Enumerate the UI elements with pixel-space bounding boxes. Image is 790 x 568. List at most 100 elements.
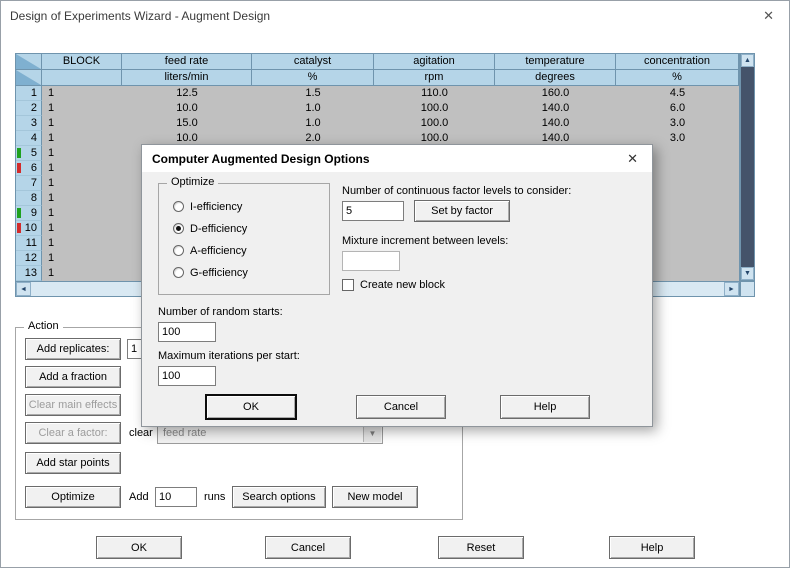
column-header[interactable]: feed rate: [122, 54, 252, 70]
data-cell[interactable]: 160.0: [495, 86, 616, 101]
row-header[interactable]: 8: [16, 191, 42, 206]
checkbox-icon[interactable]: [342, 279, 354, 291]
row-status-mark: [17, 148, 21, 158]
radio-a-efficiency[interactable]: A-efficiency: [173, 244, 247, 257]
row-header[interactable]: 2: [16, 101, 42, 116]
data-cell[interactable]: 3.0: [616, 116, 739, 131]
data-cell[interactable]: 140.0: [495, 116, 616, 131]
column-header[interactable]: concentration: [616, 54, 739, 70]
data-cell[interactable]: 1: [42, 176, 122, 191]
ok-button[interactable]: OK: [96, 536, 182, 559]
data-cell[interactable]: 1: [42, 206, 122, 221]
levels-input[interactable]: [342, 201, 404, 221]
cancel-button[interactable]: Cancel: [265, 536, 351, 559]
radio-d-efficiency[interactable]: D-efficiency: [173, 222, 247, 235]
column-header[interactable]: agitation: [374, 54, 495, 70]
factor-select-value: feed rate: [163, 427, 206, 439]
data-cell[interactable]: 1: [42, 191, 122, 206]
dialog-cancel-button[interactable]: Cancel: [356, 395, 446, 419]
add-fraction-button[interactable]: Add a fraction: [25, 366, 121, 388]
column-header[interactable]: BLOCK: [42, 54, 122, 70]
main-window: Design of Experiments Wizard - Augment D…: [0, 0, 790, 568]
radio-icon[interactable]: [173, 245, 184, 256]
window-titlebar: Design of Experiments Wizard - Augment D…: [1, 1, 789, 31]
data-cell[interactable]: 140.0: [495, 101, 616, 116]
new-model-button[interactable]: New model: [332, 486, 418, 508]
max-iterations-label: Maximum iterations per start:: [158, 350, 300, 362]
dialog-title: Computer Augmented Design Options: [152, 152, 370, 166]
data-cell[interactable]: 1.0: [252, 116, 374, 131]
data-cell[interactable]: 1: [42, 131, 122, 146]
row-header[interactable]: 4: [16, 131, 42, 146]
window-close-icon[interactable]: ✕: [763, 8, 774, 24]
radio-i-efficiency[interactable]: I-efficiency: [173, 200, 242, 213]
row-header[interactable]: 6: [16, 161, 42, 176]
row-header[interactable]: 12: [16, 251, 42, 266]
add-replicates-button[interactable]: Add replicates:: [25, 338, 121, 360]
data-cell[interactable]: 1: [42, 146, 122, 161]
data-cell[interactable]: 100.0: [374, 116, 495, 131]
dialog-help-button[interactable]: Help: [500, 395, 590, 419]
radio-icon[interactable]: [173, 201, 184, 212]
runs-input[interactable]: [155, 487, 197, 507]
column-header[interactable]: temperature: [495, 54, 616, 70]
clear-label: clear: [129, 427, 153, 439]
mixture-label: Mixture increment between levels:: [342, 235, 508, 247]
data-cell[interactable]: 1: [42, 221, 122, 236]
radio-icon[interactable]: [173, 223, 184, 234]
scroll-left-icon[interactable]: ◄: [16, 282, 31, 296]
radio-g-efficiency[interactable]: G-efficiency: [173, 266, 248, 279]
add-star-points-button[interactable]: Add star points: [25, 452, 121, 474]
column-header[interactable]: catalyst: [252, 54, 374, 70]
clear-factor-button[interactable]: Clear a factor:: [25, 422, 121, 444]
data-cell[interactable]: 1: [42, 161, 122, 176]
optimize-button[interactable]: Optimize: [25, 486, 121, 508]
search-options-button[interactable]: Search options: [232, 486, 326, 508]
data-cell[interactable]: 6.0: [616, 101, 739, 116]
table-vertical-scrollbar[interactable]: ▲ ▼: [740, 53, 755, 281]
data-cell[interactable]: 100.0: [374, 101, 495, 116]
column-unit-header: %: [252, 70, 374, 86]
max-iterations-input[interactable]: [158, 366, 216, 386]
row-header[interactable]: 5: [16, 146, 42, 161]
dialog-titlebar: Computer Augmented Design Options: [142, 145, 652, 172]
data-cell[interactable]: 4.5: [616, 86, 739, 101]
random-starts-input[interactable]: [158, 322, 216, 342]
dialog-close-icon[interactable]: ✕: [627, 151, 638, 167]
create-new-block-row[interactable]: Create new block: [342, 279, 445, 291]
optimize-group: Optimize I-efficiencyD-efficiencyA-effic…: [158, 183, 330, 295]
row-header[interactable]: 13: [16, 266, 42, 281]
radio-icon[interactable]: [173, 267, 184, 278]
scroll-right-icon[interactable]: ►: [724, 282, 739, 296]
data-cell[interactable]: 1: [42, 251, 122, 266]
set-by-factor-button[interactable]: Set by factor: [414, 200, 510, 222]
dialog-ok-button[interactable]: OK: [206, 395, 296, 419]
radio-label: I-efficiency: [190, 201, 242, 213]
window-title: Design of Experiments Wizard - Augment D…: [10, 9, 270, 23]
row-header[interactable]: 11: [16, 236, 42, 251]
data-cell[interactable]: 110.0: [374, 86, 495, 101]
data-cell[interactable]: 1: [42, 266, 122, 281]
row-status-mark: [17, 208, 21, 218]
scroll-down-icon[interactable]: ▼: [741, 267, 754, 280]
augment-options-dialog: Computer Augmented Design Options ✕ Opti…: [141, 144, 653, 427]
scroll-up-icon[interactable]: ▲: [741, 54, 754, 67]
data-cell[interactable]: 1.0: [252, 101, 374, 116]
row-header[interactable]: 7: [16, 176, 42, 191]
data-cell[interactable]: 1: [42, 236, 122, 251]
data-cell[interactable]: 12.5: [122, 86, 252, 101]
data-cell[interactable]: 1.5: [252, 86, 374, 101]
mixture-input[interactable]: [342, 251, 400, 271]
clear-main-effects-button[interactable]: Clear main effects: [25, 394, 121, 416]
data-cell[interactable]: 1: [42, 101, 122, 116]
row-header[interactable]: 1: [16, 86, 42, 101]
row-header[interactable]: 9: [16, 206, 42, 221]
help-button[interactable]: Help: [609, 536, 695, 559]
data-cell[interactable]: 1: [42, 86, 122, 101]
row-header[interactable]: 3: [16, 116, 42, 131]
row-header[interactable]: 10: [16, 221, 42, 236]
data-cell[interactable]: 10.0: [122, 101, 252, 116]
data-cell[interactable]: 1: [42, 116, 122, 131]
reset-button[interactable]: Reset: [438, 536, 524, 559]
data-cell[interactable]: 15.0: [122, 116, 252, 131]
